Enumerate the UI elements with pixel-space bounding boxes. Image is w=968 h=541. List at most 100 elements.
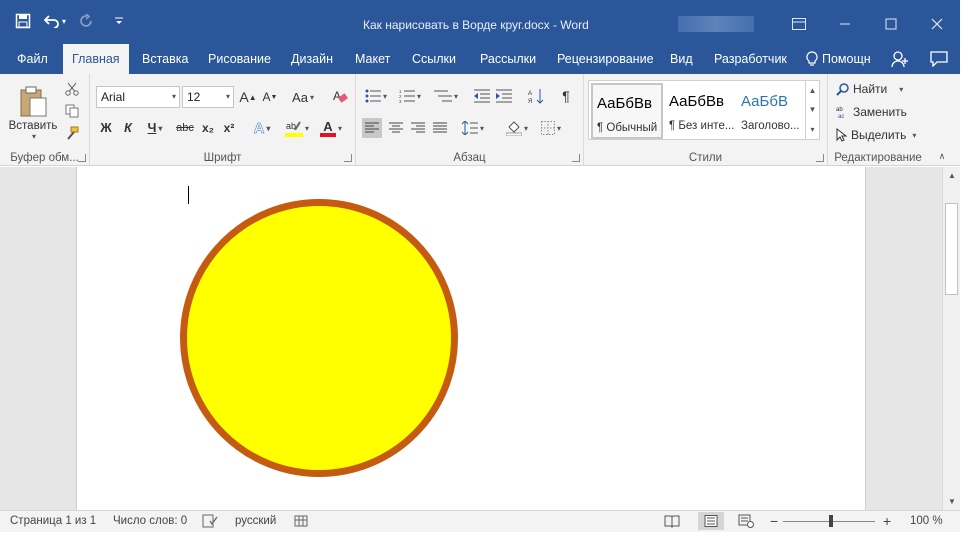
circle-shape[interactable] xyxy=(180,199,458,477)
zoom-level[interactable]: 100 % xyxy=(910,515,943,527)
page-count[interactable]: Страница 1 из 1 xyxy=(10,515,96,527)
style-normal[interactable]: АаБбВв ¶ Обычный xyxy=(591,83,663,139)
style-no-spacing[interactable]: АаБбВв ¶ Без инте... xyxy=(665,83,737,139)
text-effects-button[interactable]: A ▾ xyxy=(248,118,276,138)
shading-button[interactable]: ▾ xyxy=(502,118,532,138)
increase-indent-icon[interactable] xyxy=(494,86,514,106)
scroll-up-icon[interactable]: ▲ xyxy=(943,167,961,184)
tab-draw[interactable]: Рисование xyxy=(208,44,271,74)
style-heading-1[interactable]: АаБбВ Заголово... xyxy=(737,83,805,139)
superscript-button[interactable]: x² xyxy=(220,118,238,138)
svg-text:A: A xyxy=(333,89,341,103)
scroll-down-icon[interactable]: ▼ xyxy=(943,493,961,510)
tab-mailings[interactable]: Рассылки xyxy=(480,44,536,74)
clipboard-launcher-icon[interactable] xyxy=(78,154,86,162)
gallery-scroll-up-icon[interactable]: ▲ xyxy=(805,81,819,100)
close-icon[interactable] xyxy=(914,10,960,38)
read-mode-icon[interactable] xyxy=(664,514,680,531)
align-right-icon[interactable] xyxy=(408,118,428,138)
find-button[interactable]: Найти ▾ xyxy=(836,80,903,98)
zoom-slider-thumb[interactable] xyxy=(829,515,833,527)
share-icon[interactable] xyxy=(889,48,911,70)
tab-file[interactable]: Файл xyxy=(17,44,48,74)
macro-recording-icon[interactable] xyxy=(294,514,308,531)
bullets-button[interactable]: ▾ xyxy=(362,86,390,106)
save-icon[interactable] xyxy=(12,10,34,32)
font-name-combo[interactable]: Arial ▾ xyxy=(96,86,180,108)
tab-home[interactable]: Главная xyxy=(63,44,129,74)
restore-icon[interactable] xyxy=(868,10,914,38)
language[interactable]: русский xyxy=(235,515,276,527)
collapse-ribbon-icon[interactable]: ∧ xyxy=(934,150,950,162)
multilevel-list-button[interactable]: ▾ xyxy=(430,86,462,106)
grow-font-button[interactable]: A ▲ xyxy=(239,87,257,107)
redo-icon[interactable] xyxy=(76,10,98,32)
grow-font-label: A xyxy=(239,89,249,105)
decrease-indent-icon[interactable] xyxy=(472,86,492,106)
zoom-out-button[interactable]: − xyxy=(770,513,778,529)
copy-icon[interactable] xyxy=(63,102,81,120)
align-left-icon[interactable] xyxy=(362,118,382,138)
font-launcher-icon[interactable] xyxy=(344,154,352,162)
window-bottom-edge xyxy=(0,532,968,541)
tab-view[interactable]: Вид xyxy=(670,44,693,74)
tab-review[interactable]: Рецензирование xyxy=(557,44,654,74)
italic-button[interactable]: К xyxy=(120,118,136,138)
paragraph-launcher-icon[interactable] xyxy=(572,154,580,162)
vertical-scrollbar[interactable]: ▲ ▼ xyxy=(942,167,960,510)
select-label: Выделить xyxy=(851,128,907,142)
ribbon-display-icon[interactable] xyxy=(776,10,822,38)
word-count[interactable]: Число слов: 0 xyxy=(113,515,187,527)
change-case-button[interactable]: Aa ▾ xyxy=(288,87,318,107)
align-center-icon[interactable] xyxy=(386,118,406,138)
gallery-more-icon[interactable]: ▾ xyxy=(805,119,819,139)
format-painter-icon[interactable] xyxy=(63,124,81,142)
web-layout-icon[interactable] xyxy=(738,514,754,531)
font-color-label: A xyxy=(323,119,333,134)
strikethrough-button[interactable]: abc xyxy=(174,118,196,138)
tab-insert[interactable]: Вставка xyxy=(142,44,188,74)
title-bar: ▾ Как нарисовать в Ворде круг.docx - Wor… xyxy=(0,0,968,46)
paste-button[interactable]: Вставить ▾ xyxy=(6,80,60,146)
numbered-list-icon: 123 xyxy=(399,89,415,103)
borders-button[interactable]: ▾ xyxy=(536,118,566,138)
paste-label: Вставить xyxy=(8,119,58,132)
bullet-list-icon xyxy=(365,89,381,103)
zoom-in-button[interactable]: + xyxy=(883,513,891,529)
line-spacing-button[interactable]: ▾ xyxy=(458,118,488,138)
proofing-icon[interactable] xyxy=(202,514,218,531)
underline-button[interactable]: Ч ▾ xyxy=(142,118,168,138)
minimize-icon[interactable] xyxy=(822,10,868,38)
select-button[interactable]: Выделить ▾ xyxy=(836,126,916,144)
tab-references[interactable]: Ссылки xyxy=(412,44,456,74)
justify-icon[interactable] xyxy=(430,118,450,138)
subscript-button[interactable]: x₂ xyxy=(199,118,217,138)
font-color-button[interactable]: A ▾ xyxy=(316,118,346,138)
underline-label: Ч xyxy=(147,121,157,135)
shrink-font-button[interactable]: A ▼ xyxy=(261,87,279,107)
font-size-combo[interactable]: 12 ▾ xyxy=(182,86,234,108)
print-layout-icon[interactable] xyxy=(698,512,724,530)
comment-icon[interactable] xyxy=(928,48,950,70)
quick-access-toolbar: ▾ xyxy=(12,10,130,32)
scroll-thumb[interactable] xyxy=(945,203,958,295)
customize-icon[interactable] xyxy=(108,10,130,32)
tab-layout[interactable]: Макет xyxy=(355,44,390,74)
undo-icon[interactable]: ▾ xyxy=(44,10,66,32)
tab-developer[interactable]: Разработчик xyxy=(714,44,787,74)
bold-button[interactable]: Ж xyxy=(98,118,114,138)
font-size-value: 12 xyxy=(187,90,201,104)
highlight-button[interactable]: ab ▾ xyxy=(282,118,312,138)
show-marks-button[interactable]: ¶ xyxy=(556,86,576,106)
clear-formatting-icon[interactable]: A xyxy=(330,86,350,106)
gallery-scroll-down-icon[interactable]: ▼ xyxy=(805,100,819,119)
numbering-button[interactable]: 1 2 3 ▾ xyxy=(396,86,424,106)
paste-dropdown-icon[interactable]: ▾ xyxy=(32,132,36,141)
help-search[interactable]: Помощн xyxy=(806,44,871,74)
cut-icon[interactable] xyxy=(63,80,81,98)
svg-text:Я: Я xyxy=(528,99,532,104)
sort-icon[interactable]: AЯ xyxy=(526,86,546,106)
replace-button[interactable]: ab ac Заменить xyxy=(836,103,907,121)
tab-design[interactable]: Дизайн xyxy=(291,44,333,74)
styles-launcher-icon[interactable] xyxy=(816,154,824,162)
